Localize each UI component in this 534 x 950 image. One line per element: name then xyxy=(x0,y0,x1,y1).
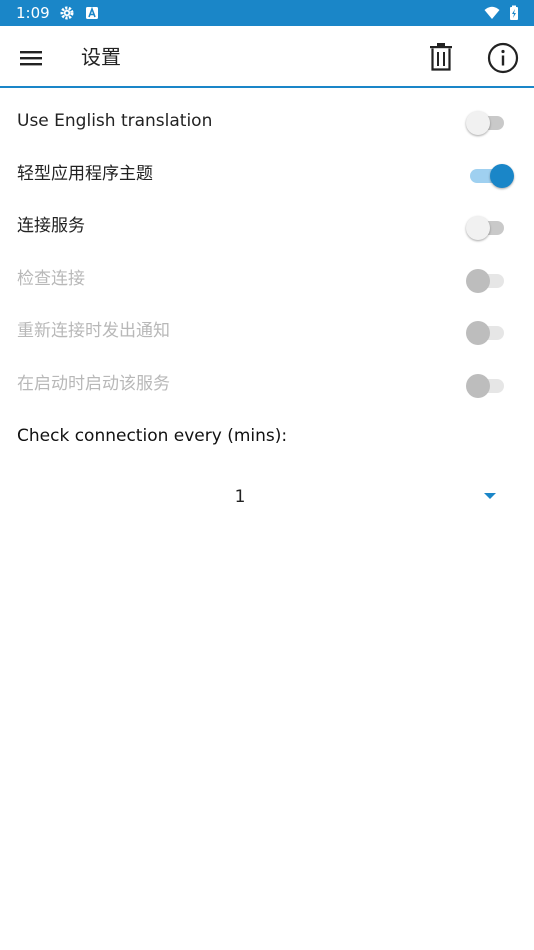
setting-label: 在启动时启动该服务 xyxy=(17,374,170,394)
interval-dropdown[interactable]: 1 xyxy=(0,474,534,520)
settings-gear-icon xyxy=(60,6,74,20)
status-time: 1:09 xyxy=(16,4,50,22)
setting-row-use-english: Use English translation xyxy=(0,96,534,148)
hamburger-menu-icon xyxy=(20,51,42,66)
light-theme-switch[interactable] xyxy=(466,162,514,188)
setting-row-light-theme: 轻型应用程序主题 xyxy=(0,149,534,201)
setting-row-connect-service: 连接服务 xyxy=(0,201,534,253)
connect-service-switch[interactable] xyxy=(466,214,508,240)
dropdown-arrow-icon xyxy=(484,493,496,499)
delete-button[interactable] xyxy=(424,39,458,75)
setting-row-start-on-boot: 在启动时启动该服务 xyxy=(0,359,534,411)
setting-row-notify-reconnect: 重新连接时发出通知 xyxy=(0,306,534,358)
trash-icon xyxy=(430,43,452,71)
interval-label: Check connection every (mins): xyxy=(17,426,288,446)
use-english-switch[interactable] xyxy=(466,109,508,135)
interval-selected-value: 1 xyxy=(234,487,246,507)
menu-button[interactable] xyxy=(14,41,48,75)
info-icon xyxy=(487,42,519,74)
setting-label: 检查连接 xyxy=(17,269,85,289)
start-on-boot-switch[interactable] xyxy=(466,372,508,398)
setting-label: Use English translation xyxy=(17,111,213,131)
info-button[interactable] xyxy=(486,41,520,75)
wifi-icon xyxy=(484,6,500,19)
app-bar: 设置 xyxy=(0,26,534,88)
setting-label: 轻型应用程序主题 xyxy=(17,164,153,184)
notify-reconnect-switch[interactable] xyxy=(466,319,508,345)
setting-row-check-connection: 检查连接 xyxy=(0,254,534,306)
a-badge-icon xyxy=(86,6,98,19)
setting-label: 连接服务 xyxy=(17,216,85,236)
status-bar: 1:09 xyxy=(0,0,534,26)
check-connection-switch[interactable] xyxy=(466,267,508,293)
page-title: 设置 xyxy=(81,45,121,69)
battery-charging-icon xyxy=(510,5,518,20)
setting-label: 重新连接时发出通知 xyxy=(17,321,170,341)
